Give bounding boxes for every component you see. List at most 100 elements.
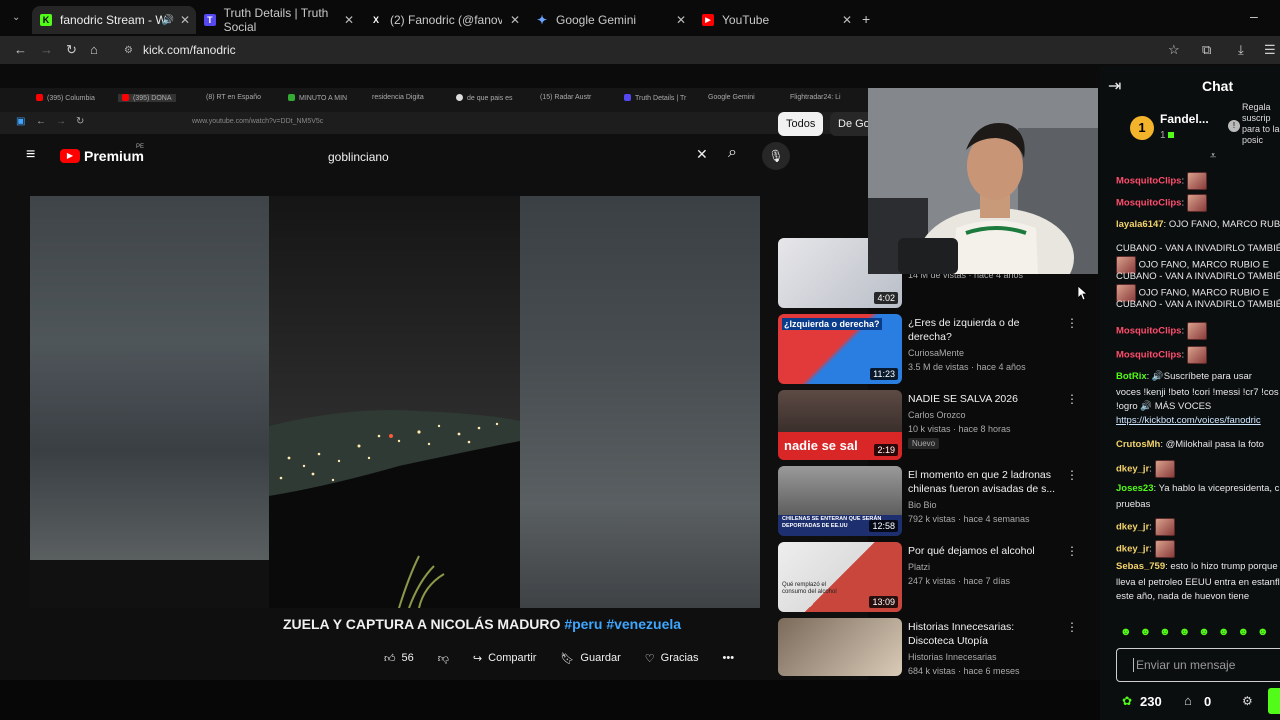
close-icon[interactable]: ✕	[510, 13, 520, 27]
gift-sub-promo: Regala suscrip para to la posic	[1242, 102, 1280, 145]
chat-username[interactable]: dkey_jr	[1116, 544, 1149, 555]
video-thumbnail	[778, 618, 902, 676]
store-icon[interactable]: ⌂	[1184, 693, 1192, 708]
channel-points-icon: ✿	[1122, 694, 1133, 708]
video-title-text: ZUELA Y CAPTURA A NICOLÁS MADURO	[283, 616, 561, 632]
chat-message-text: CUBANO - VAN A INVADIRLO TAMBIÉN	[1116, 271, 1280, 282]
new-tab-icon[interactable]: +	[862, 11, 870, 27]
bookmark-star-icon[interactable]: ☆	[1168, 42, 1180, 58]
chat-username[interactable]: dkey_jr	[1116, 522, 1149, 533]
chat-message: pruebas	[1116, 498, 1280, 512]
site-info-icon[interactable]: ⚙	[124, 45, 133, 56]
store-count: 0	[1204, 694, 1212, 709]
chat-message: dkey_jr:	[1116, 460, 1280, 478]
speaker-icon[interactable]: 🔊	[162, 15, 174, 26]
close-icon[interactable]: ✕	[344, 13, 354, 27]
city-lights-scene	[269, 410, 520, 608]
chat-message-text[interactable]: https://kickbot.com/voices/fanodric	[1116, 415, 1261, 426]
top-gifter-name[interactable]: Fandel...	[1160, 112, 1209, 126]
menu-icon[interactable]: ☰	[1264, 42, 1276, 58]
chat-message-text: voces !kenji !beto !cori !messi !cr7 !co…	[1116, 387, 1279, 398]
chat-message-text: OJO FANO, MARCO RUBIO E	[1138, 259, 1270, 271]
chat-message: BotRix: 🔊Suscríbete para usar	[1116, 370, 1280, 384]
hamburger-menu-icon: ≡	[26, 146, 36, 163]
video-thumbnail: nadie se sal 2:19	[778, 390, 902, 460]
extensions-icon[interactable]: ⧉	[1202, 42, 1211, 58]
tab-x[interactable]: X (2) Fanodric (@fanovargas) / X ✕	[362, 6, 526, 34]
reload-icon[interactable]: ↻	[66, 42, 77, 58]
tab-gemini[interactable]: ✦ Google Gemini ✕	[528, 6, 692, 34]
chat-username[interactable]: MosquitoClips	[1116, 350, 1181, 361]
chat-username[interactable]: MosquitoClips	[1116, 326, 1181, 337]
video-title: Historias Innecesarias: Discoteca Utopía	[908, 621, 1015, 647]
inner-tab: (395) DONA	[118, 94, 176, 102]
emote-bar[interactable]: ☻☻☻☻☻☻☻☻	[1120, 626, 1280, 642]
chat-emote-icon[interactable]	[1186, 194, 1207, 212]
tab-label: (2) Fanodric (@fanovargas) / X	[390, 13, 502, 27]
kick-logo-icon: K	[40, 14, 52, 26]
channel-name: Bio Bio	[908, 500, 937, 510]
chat-username[interactable]: CrutosMh	[1116, 439, 1160, 450]
close-icon[interactable]: ✕	[676, 13, 686, 27]
chat-emote-icon[interactable]	[1154, 540, 1175, 558]
chip-todos: Todos	[778, 112, 824, 136]
video-meta: 247 k vistas · hace 7 días	[908, 576, 1011, 586]
chat-message: CrutosMh: @Milokhail pasa la foto	[1116, 438, 1280, 452]
heart-dollar-icon: ♡	[644, 652, 655, 665]
gift-icon	[1168, 132, 1174, 138]
tab-truth-social[interactable]: T Truth Details | Truth Social ✕	[196, 6, 360, 34]
chat-username[interactable]: MosquitoClips	[1116, 176, 1181, 187]
video-meta: 10 k vistas · hace 8 horas	[908, 424, 1011, 434]
send-button[interactable]	[1268, 688, 1280, 714]
chat-emote-icon[interactable]	[1186, 322, 1207, 340]
collapse-chat-icon[interactable]: ⇥	[1108, 76, 1121, 96]
browser-tab-bar: ⌄ K fanodric Stream - Watch Li 🔊 ✕ T Tru…	[0, 0, 1280, 38]
inner-tab: Google Gemini	[708, 94, 755, 101]
chat-title: Chat	[1202, 78, 1234, 94]
chat-username[interactable]: MosquitoClips	[1116, 198, 1181, 209]
chat-separator: :	[1149, 543, 1155, 555]
chat-message: CUBANO - VAN A INVADIRLO TAMBIÉN	[1116, 298, 1280, 312]
chat-separator: :	[1149, 521, 1155, 533]
tab-search-icon[interactable]: ⌄	[12, 12, 20, 23]
video-actions: 👍︎ 56 👎︎ ↪ Compartir 🔖︎ Guardar ♡ Gracia…	[376, 644, 742, 672]
mouse-cursor-icon	[1078, 286, 1088, 300]
thumbs-down-icon: 👎︎	[437, 652, 449, 665]
chat-username[interactable]: BotRix	[1116, 371, 1147, 382]
minimize-icon[interactable]: –	[1250, 8, 1258, 24]
chat-username[interactable]: Joses23	[1116, 483, 1154, 494]
chat-message: CUBANO - VAN A INVADIRLO TAMBIÉN	[1116, 270, 1280, 284]
tab-youtube[interactable]: ▶ YouTube ✕	[694, 6, 858, 34]
chat-message: layala6147: OJO FANO, MARCO RUBIO	[1116, 218, 1280, 232]
tab-kick[interactable]: K fanodric Stream - Watch Li 🔊 ✕	[32, 6, 196, 34]
chat-message: MosquitoClips:	[1116, 322, 1280, 340]
close-icon[interactable]: ✕	[842, 13, 852, 27]
channel-points-count[interactable]: 230	[1140, 694, 1162, 709]
chat-message: lleva el petroleo EEUU entra en estanfl	[1116, 576, 1280, 590]
video-hashtags: #peru #venezuela	[564, 616, 682, 632]
download-icon[interactable]: ⤓	[1238, 42, 1244, 58]
forward-icon[interactable]: →	[40, 42, 53, 57]
chat-message-input[interactable]: Enviar un mensaje	[1116, 648, 1280, 682]
chat-username[interactable]: Sebas_759	[1116, 561, 1165, 572]
chat-message-text: OJO FANO, MARCO RUBIO E	[1138, 287, 1270, 299]
inner-tab: MINUTO A MIN	[288, 94, 347, 102]
inner-forward-icon: →	[56, 116, 66, 127]
settings-gear-icon[interactable]: ⚙	[1242, 694, 1253, 708]
chat-filter-icon[interactable]: ⩡	[1210, 150, 1216, 163]
chat-emote-icon[interactable]	[1154, 518, 1175, 536]
chat-emote-icon[interactable]	[1154, 460, 1175, 478]
back-icon[interactable]: ←	[14, 42, 27, 57]
chat-panel: ⇥ Chat 1 Fandel... 1 ! Regala suscrip pa…	[1100, 66, 1280, 720]
tab-label: Truth Details | Truth Social	[223, 6, 329, 34]
chat-username[interactable]: dkey_jr	[1116, 464, 1149, 475]
inner-browser-toolbar: ▣ ← → ↻ www.youtube.com/watch?v=DDt_NM5V…	[0, 112, 868, 134]
chat-emote-icon[interactable]	[1186, 346, 1207, 364]
chat-separator: :	[1149, 463, 1155, 475]
address-bar[interactable]: ⚙ kick.com/fanodric	[116, 39, 1156, 61]
chat-emote-icon[interactable]	[1186, 172, 1207, 190]
home-icon[interactable]: ⌂	[90, 42, 98, 57]
more-horizontal-icon: •••	[722, 652, 735, 664]
chat-username[interactable]: layala6147	[1116, 219, 1164, 230]
close-icon[interactable]: ✕	[180, 13, 190, 27]
